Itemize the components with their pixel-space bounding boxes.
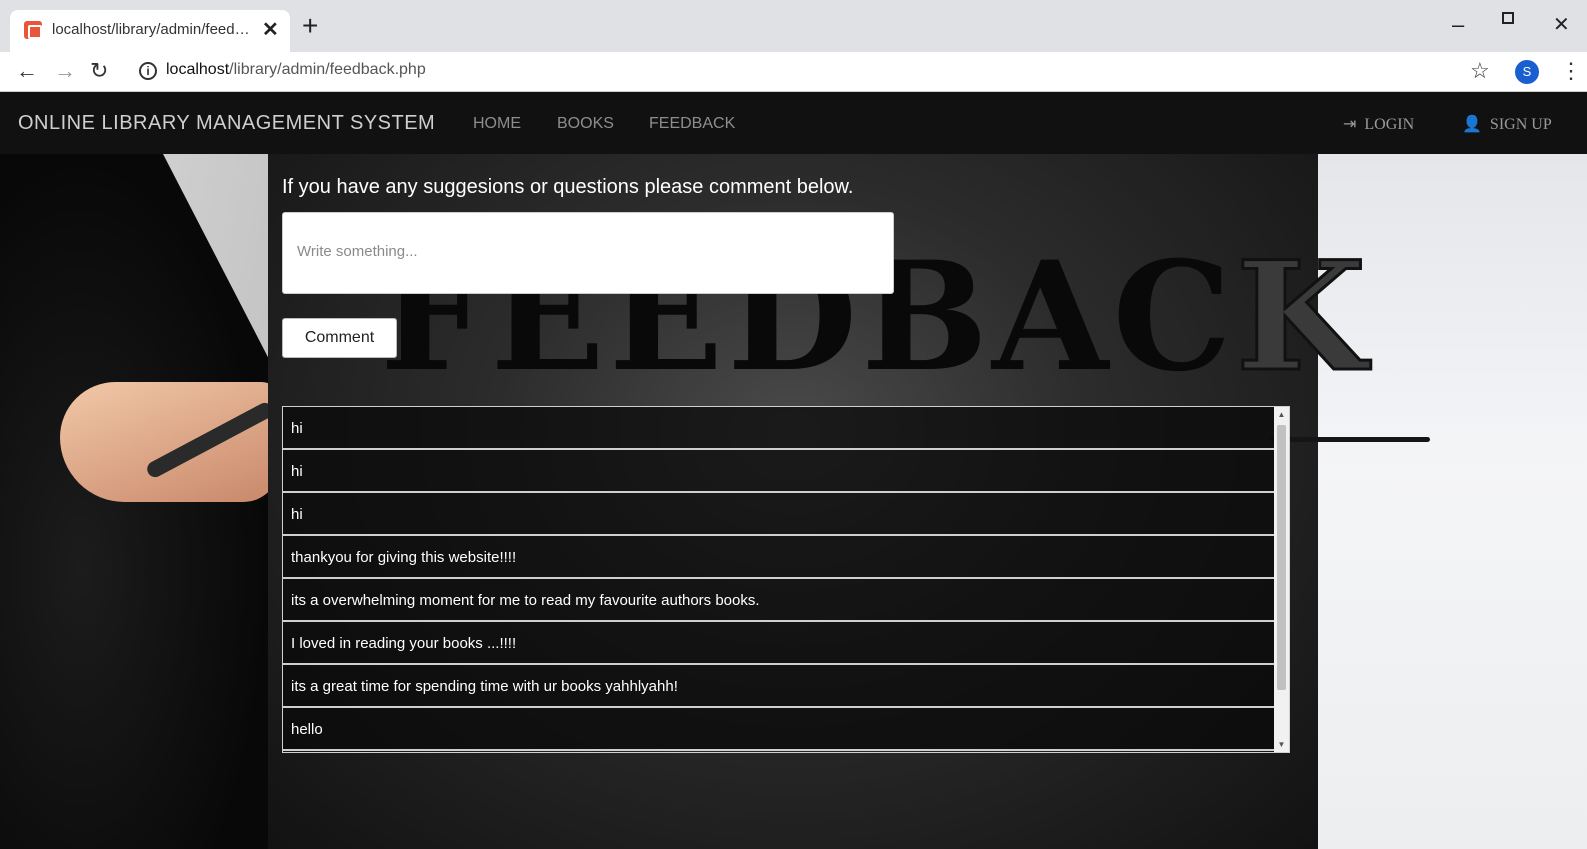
nav-feedback[interactable]: FEEDBACK [649,115,735,133]
background-underline [1270,437,1430,442]
nav-home[interactable]: HOME [473,115,521,133]
forward-arrow-icon[interactable]: → [54,58,76,84]
close-icon[interactable]: ✕ [262,17,279,42]
minimize-icon[interactable]: – [1452,12,1464,38]
reload-icon[interactable]: ↻ [90,58,108,84]
list-scrollbar[interactable]: ▲ ▼ [1274,407,1289,752]
tab-title: localhost/library/admin/feedback.php [52,21,252,38]
user-icon: 👤 [1462,114,1482,133]
list-item: hi [283,450,1275,493]
address-bar: ← → ↻ i localhost/library/admin/feedback… [0,52,1587,92]
site-brand[interactable]: ONLINE LIBRARY MANAGEMENT SYSTEM [18,112,435,135]
feedback-prompt: If you have any suggesions or questions … [282,176,854,198]
kebab-menu-icon[interactable]: ⋮ [1560,58,1582,84]
feedback-list[interactable]: hi hi hi thankyou for giving this websit… [282,406,1290,753]
site-favicon-icon [24,21,42,39]
back-arrow-icon[interactable]: ← [16,58,38,84]
list-item: hello [283,708,1275,751]
login-icon: ⇥ [1343,114,1357,133]
scroll-up-icon[interactable]: ▲ [1274,407,1289,422]
nav-books[interactable]: BOOKS [557,115,614,133]
list-item: thankyou for giving this website!!!! [283,536,1275,579]
comment-input[interactable] [282,212,894,294]
bookmark-star-icon[interactable]: ☆ [1470,58,1490,84]
nav-signup[interactable]: 👤 SIGN UP [1462,114,1552,134]
browser-tab-strip: localhost/library/admin/feedback.php ✕ +… [0,0,1587,52]
url-field[interactable]: localhost/library/admin/feedback.php [166,61,426,79]
profile-avatar[interactable]: S [1515,60,1539,84]
list-item: hi [283,407,1275,450]
page-body: FEEDBACK ONLINE LIBRARY MANAGEMENT SYSTE… [0,92,1587,849]
comment-button[interactable]: Comment [282,318,397,358]
scroll-thumb[interactable] [1277,425,1286,690]
plus-icon[interactable]: + [302,12,318,40]
list-item: hi [283,493,1275,536]
browser-tab[interactable]: localhost/library/admin/feedback.php ✕ [10,10,290,52]
window-close-icon[interactable]: ✕ [1553,12,1570,37]
nav-login[interactable]: ⇥ LOGIN [1343,114,1414,134]
info-icon[interactable]: i [139,62,157,80]
maximize-icon[interactable] [1502,12,1514,24]
top-navbar: ONLINE LIBRARY MANAGEMENT SYSTEM HOME BO… [0,92,1587,154]
list-item: its a great time for spending time with … [283,665,1275,708]
background-hand [60,382,280,502]
scroll-down-icon[interactable]: ▼ [1274,737,1289,752]
list-item: its a overwhelming moment for me to read… [283,579,1275,622]
list-item: I loved in reading your books ...!!!! [283,622,1275,665]
